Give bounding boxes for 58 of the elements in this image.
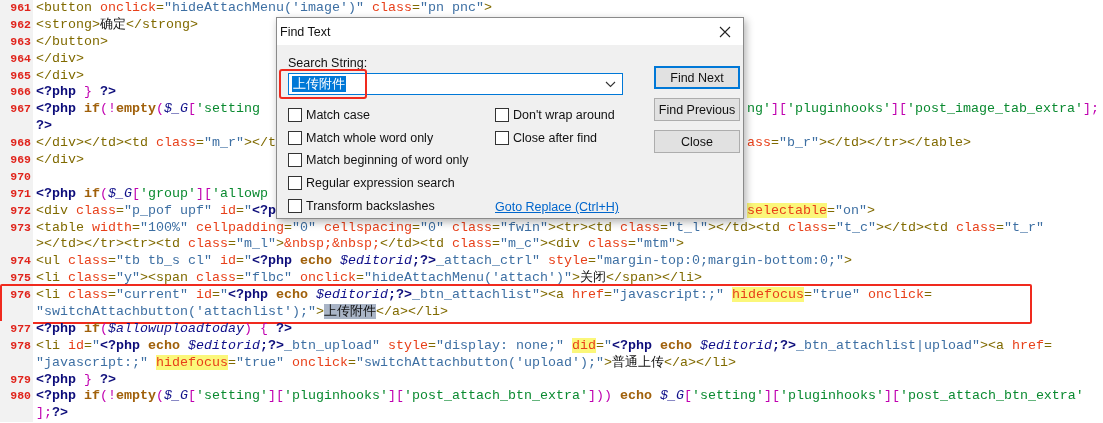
close-icon[interactable] [719, 25, 731, 38]
dialog-button[interactable]: Find Previous [654, 98, 740, 121]
search-label: Search String: [288, 55, 369, 71]
checkbox[interactable] [288, 198, 302, 213]
code-line: </div></td><td class="m_r"></t [36, 135, 276, 153]
checkbox[interactable] [495, 130, 509, 145]
line-number: 976 [0, 287, 33, 305]
option-label[interactable]: Match beginning of word only [306, 153, 469, 168]
code-line: <li class="y"><span class="flbc" onclick="hideAttachMenu('attach')">关闭</span></li> [36, 270, 702, 288]
code-line: </div> [36, 152, 84, 169]
code-line: </div> [36, 50, 84, 68]
code-line: <?php if(!empty($_G['setting']['pluginhooks']['post_attach_btn_extra'])) echo $_G['setting']['pluginhooks']['post_attach_btn_extra' [36, 388, 1084, 406]
code-line: ng']['pluginhooks']['post_image_tab_extra']; [747, 101, 1099, 119]
code-line: "javascript:;" hidefocus="true" onclick="switchAttachbutton('upload');">普通上传</a></li> [36, 354, 736, 372]
checkbox[interactable] [288, 153, 302, 168]
dialog-button[interactable]: Find Next [654, 66, 740, 89]
code-line: <table width="100%" cellpadding="0" cellspacing="0" class="fwin"><tr><td class="t_l"></td><td class="t_c"></td><td class="t_r" [36, 219, 1044, 237]
line-number: 966 [0, 84, 33, 102]
option-label[interactable]: Don't wrap around [513, 108, 615, 123]
code-line: <?php if($allowuploadtoday) { ?> [36, 320, 292, 338]
code-line: </button> [36, 33, 108, 51]
option-label[interactable]: Transform backslashes [306, 198, 435, 213]
code-line: <?php } ?> [36, 371, 116, 389]
line-number: 969 [0, 152, 33, 169]
code-line: <li class="current" id="<?php echo $editorid;?>_btn_attachlist"><a href="javascript:;" hidefocus="true" onclick= [36, 287, 932, 304]
line-number: 968 [0, 135, 33, 152]
code-line: <strong>确定</strong> [36, 16, 198, 34]
line-number: 961 [0, 0, 33, 17]
code-line: <button onclick="hideAttachMenu('image')" class="pn pnc"> [36, 0, 492, 17]
code-line: </div> [36, 67, 84, 85]
checkbox[interactable] [288, 176, 302, 191]
line-number: 967 [0, 101, 33, 119]
option-label[interactable]: Close after find [513, 130, 598, 145]
code-line: ?> [36, 118, 52, 136]
code-line: <?php if(!empty($_G['setting [36, 101, 260, 119]
option-label[interactable]: Match case [306, 108, 370, 123]
code-line: <div class="p_pof upf" id="<?p [36, 202, 276, 220]
code-line: selectable="on"> [747, 202, 875, 220]
line-number: 974 [0, 253, 33, 271]
goto-replace-link[interactable]: Goto Replace (Ctrl+H) [495, 199, 619, 214]
code-line: <ul class="tb tb_s cl" id="<?php echo $editorid;?>_attach_ctrl" style="margin-top:0;margin-bottom:0;"> [36, 253, 852, 270]
search-field[interactable]: 上传附件 [288, 73, 623, 95]
code-line: <li id="<?php echo $editorid;?>_btn_upload" style="display: none;" did="<?php echo $editorid;?>_btn_attachlist|upload"><a href= [36, 337, 1052, 355]
option-label[interactable]: Regular expression search [306, 176, 455, 191]
code-line: <?php } ?> [36, 84, 116, 102]
checkbox[interactable] [288, 130, 302, 145]
chevron-icon[interactable] [605, 80, 616, 88]
checkbox[interactable] [288, 108, 302, 123]
option-label[interactable]: Match whole word only [306, 130, 434, 145]
line-number: 980 [0, 388, 33, 406]
code-line: ass="b_r"></td></tr></table> [747, 135, 971, 153]
checkbox[interactable] [495, 108, 509, 123]
dialog-title: Find Text [280, 24, 331, 39]
code-line: ];?> [36, 405, 68, 423]
code-line: "switchAttachbutton('attachlist');">上传附件</a></li> [36, 304, 448, 321]
code-line: <?php if($_G['group']['allowp [36, 185, 268, 203]
dialog-button[interactable]: Close [654, 130, 740, 153]
code-line: ></td></tr><tr><td class="m_l">&nbsp;&nbsp;</td><td class="m_c"><div class="mtm"> [36, 236, 684, 254]
